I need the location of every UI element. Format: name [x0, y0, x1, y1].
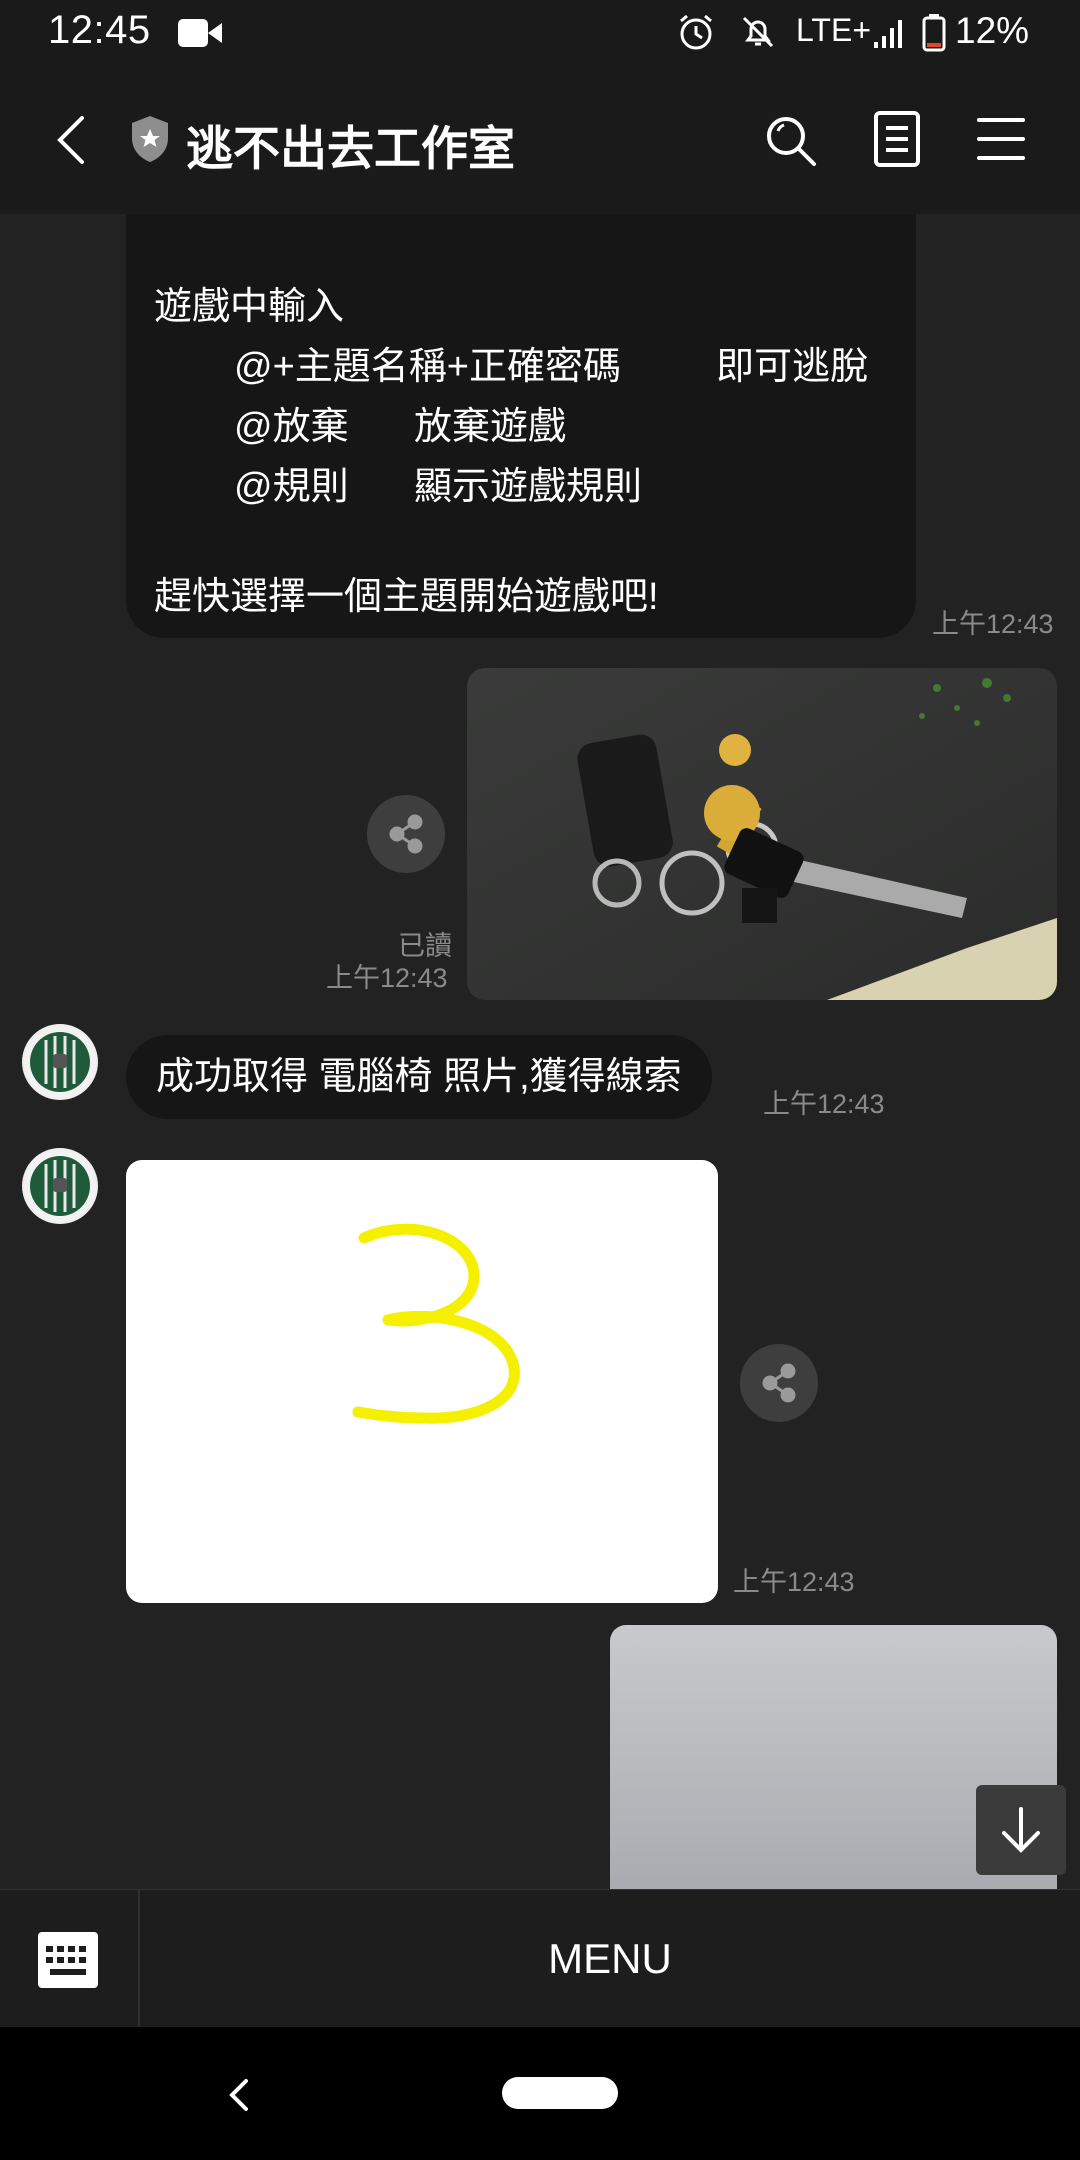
avatar[interactable]: [22, 1024, 98, 1100]
keyboard-icon: [38, 1932, 98, 1988]
notifications-off-icon: [738, 12, 778, 57]
signal-icon: [872, 16, 906, 55]
rules-line: @規則: [234, 466, 349, 508]
rules-line: @放棄: [234, 406, 349, 448]
scroll-to-bottom-button[interactable]: [976, 1785, 1066, 1875]
rich-menu-toggle[interactable]: MENU: [140, 1890, 1080, 2028]
arrow-down-icon: [1002, 1807, 1040, 1853]
message-timestamp: 上午12:43: [763, 1089, 885, 1119]
rules-line: 遊戲中輸入: [154, 286, 345, 328]
message-timestamp: 上午12:43: [932, 609, 1054, 639]
system-back-button[interactable]: [226, 2075, 254, 2120]
shield-star-icon: [128, 114, 172, 169]
rules-line: @+主題名稱+正確密碼: [234, 346, 621, 388]
message-timestamp: 上午12:43: [326, 963, 448, 993]
share-icon: [389, 814, 423, 854]
notes-button[interactable]: [872, 110, 922, 173]
notes-icon: [874, 111, 920, 167]
search-button[interactable]: [762, 112, 820, 175]
video-camera-icon: [178, 18, 222, 53]
chevron-left-icon: [57, 116, 84, 164]
keys-photo[interactable]: [467, 668, 1057, 1000]
bottom-menu-bar: MENU: [0, 1889, 1080, 2028]
share-icon: [762, 1363, 796, 1403]
search-icon: [767, 117, 816, 166]
chat-header: 逃不出去工作室: [0, 66, 1080, 214]
alarm-icon: [676, 12, 716, 57]
rules-line: 趕快選擇一個主題開始遊戲吧!: [154, 576, 659, 618]
system-navigation-bar: [0, 2027, 1080, 2160]
rules-line: 顯示遊戲規則: [414, 466, 643, 508]
share-button[interactable]: [740, 1344, 818, 1422]
handwritten-three-drawing: [352, 1223, 520, 1424]
success-message-bubble[interactable]: 成功取得 電腦椅 照片,獲得線索: [126, 1035, 712, 1119]
status-bar: 12:45 LTE+ 12%: [0, 0, 1080, 66]
share-button[interactable]: [367, 795, 445, 873]
network-type: LTE+: [796, 12, 871, 48]
rules-line: 即可逃脫: [716, 346, 869, 388]
back-button[interactable]: [52, 110, 92, 175]
avatar[interactable]: [22, 1148, 98, 1224]
chevron-left-icon: [229, 2079, 248, 2111]
message-timestamp: 上午12:43: [733, 1567, 855, 1597]
chat-title: 逃不出去工作室: [186, 122, 515, 175]
message-text: 成功取得 電腦椅 照片,獲得線索: [156, 1056, 682, 1098]
rules-line: 放棄遊戲: [414, 406, 567, 448]
battery-percent: 12%: [955, 10, 1030, 51]
hamburger-menu-icon: [977, 118, 1025, 160]
battery-icon: [922, 14, 946, 57]
keyboard-button[interactable]: [36, 1930, 100, 1995]
clue-photo[interactable]: [126, 1160, 718, 1603]
clock: 12:45: [48, 8, 151, 52]
system-home-button[interactable]: [502, 2077, 618, 2109]
rules-message-bubble[interactable]: ━━━━━━ 遊戲中輸入 @+主題名稱+正確密碼 即可逃脫 @放棄 放棄遊戲 @…: [126, 136, 916, 638]
menu-button[interactable]: [976, 116, 1026, 167]
